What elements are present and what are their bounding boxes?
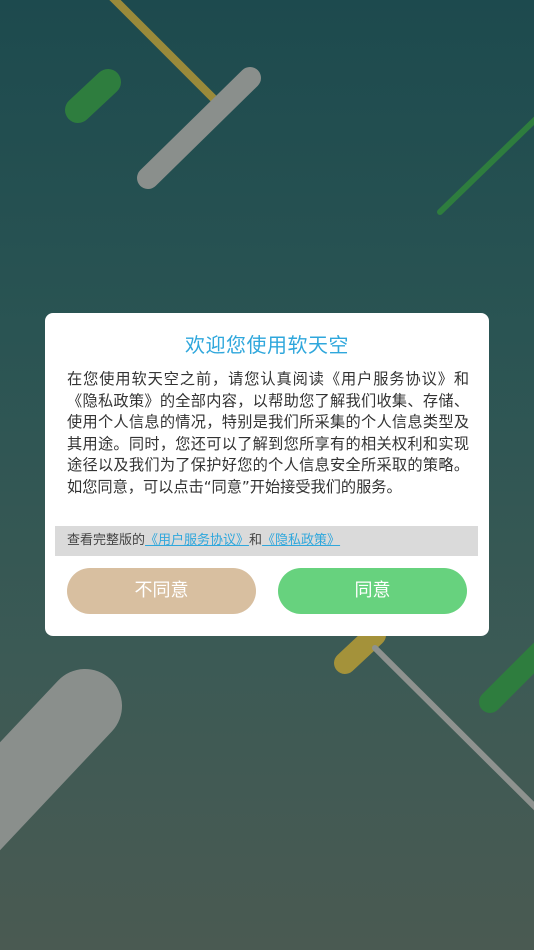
disagree-button[interactable]: 不同意 bbox=[67, 568, 256, 614]
user-agreement-link[interactable]: 《用户服务协议》 bbox=[145, 533, 249, 548]
agree-button[interactable]: 同意 bbox=[278, 568, 467, 614]
full-policy-links-bar: 查看完整版的《用户服务协议》和《隐私政策》 bbox=[55, 526, 478, 556]
dialog-body-text: 在您使用软天空之前，请您认真阅读《用户服务协议》和《隐私政策》的全部内容，以帮助… bbox=[67, 370, 469, 496]
dialog-title: 欢迎您使用软天空 bbox=[185, 333, 349, 357]
privacy-consent-dialog: 欢迎您使用软天空 在您使用软天空之前，请您认真阅读《用户服务协议》和《隐私政策》… bbox=[45, 313, 489, 636]
links-conjunction-text: 和 bbox=[249, 533, 263, 548]
privacy-policy-link[interactable]: 《隐私政策》 bbox=[262, 533, 340, 548]
links-prefix-text: 查看完整版的 bbox=[67, 533, 146, 548]
